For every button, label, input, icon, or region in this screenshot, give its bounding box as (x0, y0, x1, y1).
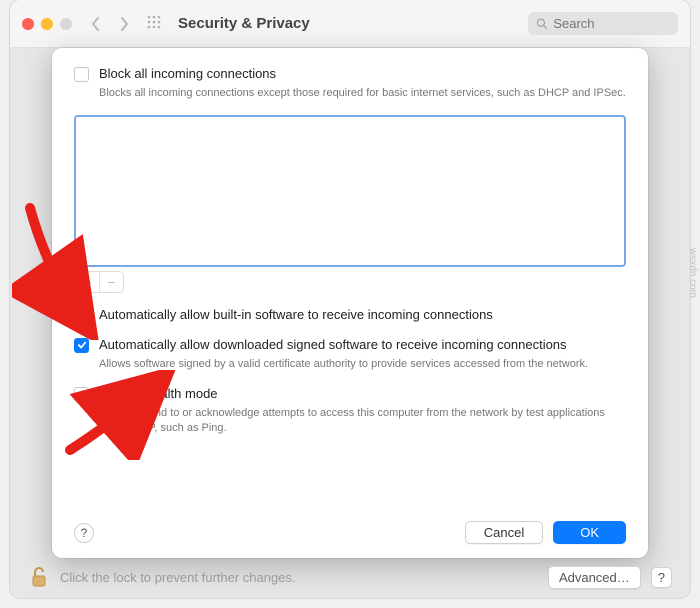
window-title: Security & Privacy (178, 15, 310, 32)
block-all-label: Block all incoming connections (99, 66, 276, 81)
help-button[interactable]: ? (74, 523, 94, 543)
auto-builtin-checkbox[interactable] (74, 308, 89, 323)
add-remove-group: + − (74, 271, 124, 293)
auto-signed-checkbox[interactable] (74, 338, 89, 353)
window-controls (22, 18, 72, 30)
lock-icon[interactable] (28, 564, 50, 590)
auto-builtin-label: Automatically allow built-in software to… (99, 307, 493, 322)
search-icon (536, 17, 547, 30)
allowed-apps-list[interactable] (74, 115, 626, 267)
stealth-description: Don't respond to or acknowledge attempts… (99, 406, 626, 436)
stealth-checkbox[interactable] (74, 387, 89, 402)
firewall-options-sheet: Block all incoming connections Blocks al… (52, 48, 648, 558)
stealth-label: Enable stealth mode (99, 386, 218, 401)
close-window-button[interactable] (22, 18, 34, 30)
titlebar: Security & Privacy (10, 0, 690, 48)
block-all-description: Blocks all incoming connections except t… (99, 86, 626, 101)
add-app-button[interactable]: + (75, 272, 99, 292)
ok-button[interactable]: OK (553, 521, 626, 544)
remove-app-button[interactable]: − (99, 272, 123, 292)
search-field[interactable] (528, 12, 678, 35)
zoom-window-button[interactable] (60, 18, 72, 30)
auto-signed-description: Allows software signed by a valid certif… (99, 357, 626, 372)
forward-button[interactable] (114, 16, 134, 32)
search-input[interactable] (553, 16, 670, 31)
preferences-window: Security & Privacy Block all incoming co… (10, 0, 690, 598)
footer-help-button[interactable]: ? (651, 567, 672, 588)
show-all-button[interactable] (142, 14, 166, 33)
lock-text: Click the lock to prevent further change… (60, 570, 538, 585)
minimize-window-button[interactable] (41, 18, 53, 30)
watermark: wsxdn.com (687, 248, 698, 298)
auto-signed-label: Automatically allow downloaded signed so… (99, 337, 567, 352)
block-all-checkbox[interactable] (74, 67, 89, 82)
cancel-button[interactable]: Cancel (465, 521, 543, 544)
window-footer: Click the lock to prevent further change… (10, 556, 690, 598)
back-button[interactable] (86, 16, 106, 32)
advanced-button[interactable]: Advanced… (548, 566, 641, 589)
